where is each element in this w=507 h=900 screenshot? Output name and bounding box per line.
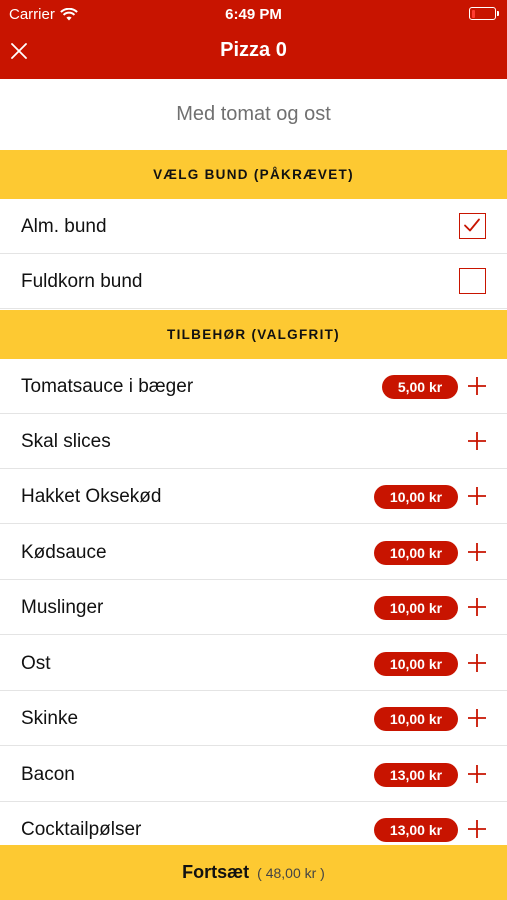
price-badge: 10,00 kr <box>374 596 458 620</box>
add-plus-icon[interactable] <box>466 763 488 785</box>
extra-item-row[interactable]: Skal slices <box>0 414 507 469</box>
navigation-bar: Carrier 6:49 PM Pizza 0 <box>0 0 507 79</box>
add-plus-icon[interactable] <box>466 596 488 618</box>
extra-item-label: Muslinger <box>21 597 104 618</box>
extra-item-label: Tomatsauce i bæger <box>21 376 194 397</box>
price-badge: 13,00 kr <box>374 763 458 787</box>
base-option-label: Fuldkorn bund <box>21 271 143 292</box>
base-option-checkbox[interactable] <box>459 268 486 294</box>
extra-item-row[interactable]: Skinke 10,00 kr <box>0 691 507 746</box>
base-option-row[interactable]: Fuldkorn bund <box>0 254 507 309</box>
extra-item-row[interactable]: Ost 10,00 kr <box>0 636 507 691</box>
extra-item-row[interactable]: Bacon 13,00 kr <box>0 747 507 802</box>
battery-icon <box>469 7 499 20</box>
section-header-base: VÆLG BUND (PÅKRÆVET) <box>0 150 507 199</box>
add-plus-icon[interactable] <box>466 430 488 452</box>
add-plus-icon[interactable] <box>466 707 488 729</box>
price-badge: 13,00 kr <box>374 818 458 842</box>
continue-button[interactable]: Fortsæt ( 48,00 kr ) <box>0 845 507 900</box>
price-badge: 5,00 kr <box>382 375 458 399</box>
status-bar: Carrier 6:49 PM <box>0 0 507 28</box>
extra-item-row[interactable]: Hakket Oksekød 10,00 kr <box>0 469 507 524</box>
checkmark-icon <box>464 218 480 232</box>
extra-item-label: Bacon <box>21 764 75 785</box>
status-time: 6:49 PM <box>225 6 282 23</box>
add-plus-icon[interactable] <box>466 541 488 563</box>
product-description: Med tomat og ost <box>176 103 331 125</box>
extra-item-label: Hakket Oksekød <box>21 486 162 507</box>
add-plus-icon[interactable] <box>466 375 488 397</box>
extra-item-label: Skinke <box>21 708 79 729</box>
price-badge: 10,00 kr <box>374 707 458 731</box>
price-badge: 10,00 kr <box>374 541 458 565</box>
extra-item-label: Kødsauce <box>21 542 107 563</box>
extra-item-row[interactable]: Kødsauce 10,00 kr <box>0 525 507 580</box>
price-badge: 10,00 kr <box>374 485 458 509</box>
page-title: Pizza 0 <box>220 39 287 61</box>
extra-item-row[interactable]: Muslinger 10,00 kr <box>0 580 507 635</box>
extra-item-label: Ost <box>21 653 51 674</box>
battery-level <box>471 9 476 18</box>
add-plus-icon[interactable] <box>466 485 488 507</box>
add-plus-icon[interactable] <box>466 652 488 674</box>
continue-label: Fortsæt <box>182 862 250 882</box>
screen: Carrier 6:49 PM Pizza 0 Med tomat og ost… <box>0 0 507 900</box>
base-option-checkbox[interactable] <box>459 213 486 239</box>
section-header-extras: TILBEHØR (VALGFRIT) <box>0 310 507 359</box>
extra-item-label: Skal slices <box>21 431 111 452</box>
order-total: ( 48,00 kr ) <box>257 864 325 881</box>
base-option-row[interactable]: Alm. bund <box>0 199 507 254</box>
add-plus-icon[interactable] <box>466 818 488 840</box>
extra-item-row[interactable]: Tomatsauce i bæger 5,00 kr <box>0 359 507 414</box>
price-badge: 10,00 kr <box>374 652 458 676</box>
base-option-label: Alm. bund <box>21 216 107 237</box>
